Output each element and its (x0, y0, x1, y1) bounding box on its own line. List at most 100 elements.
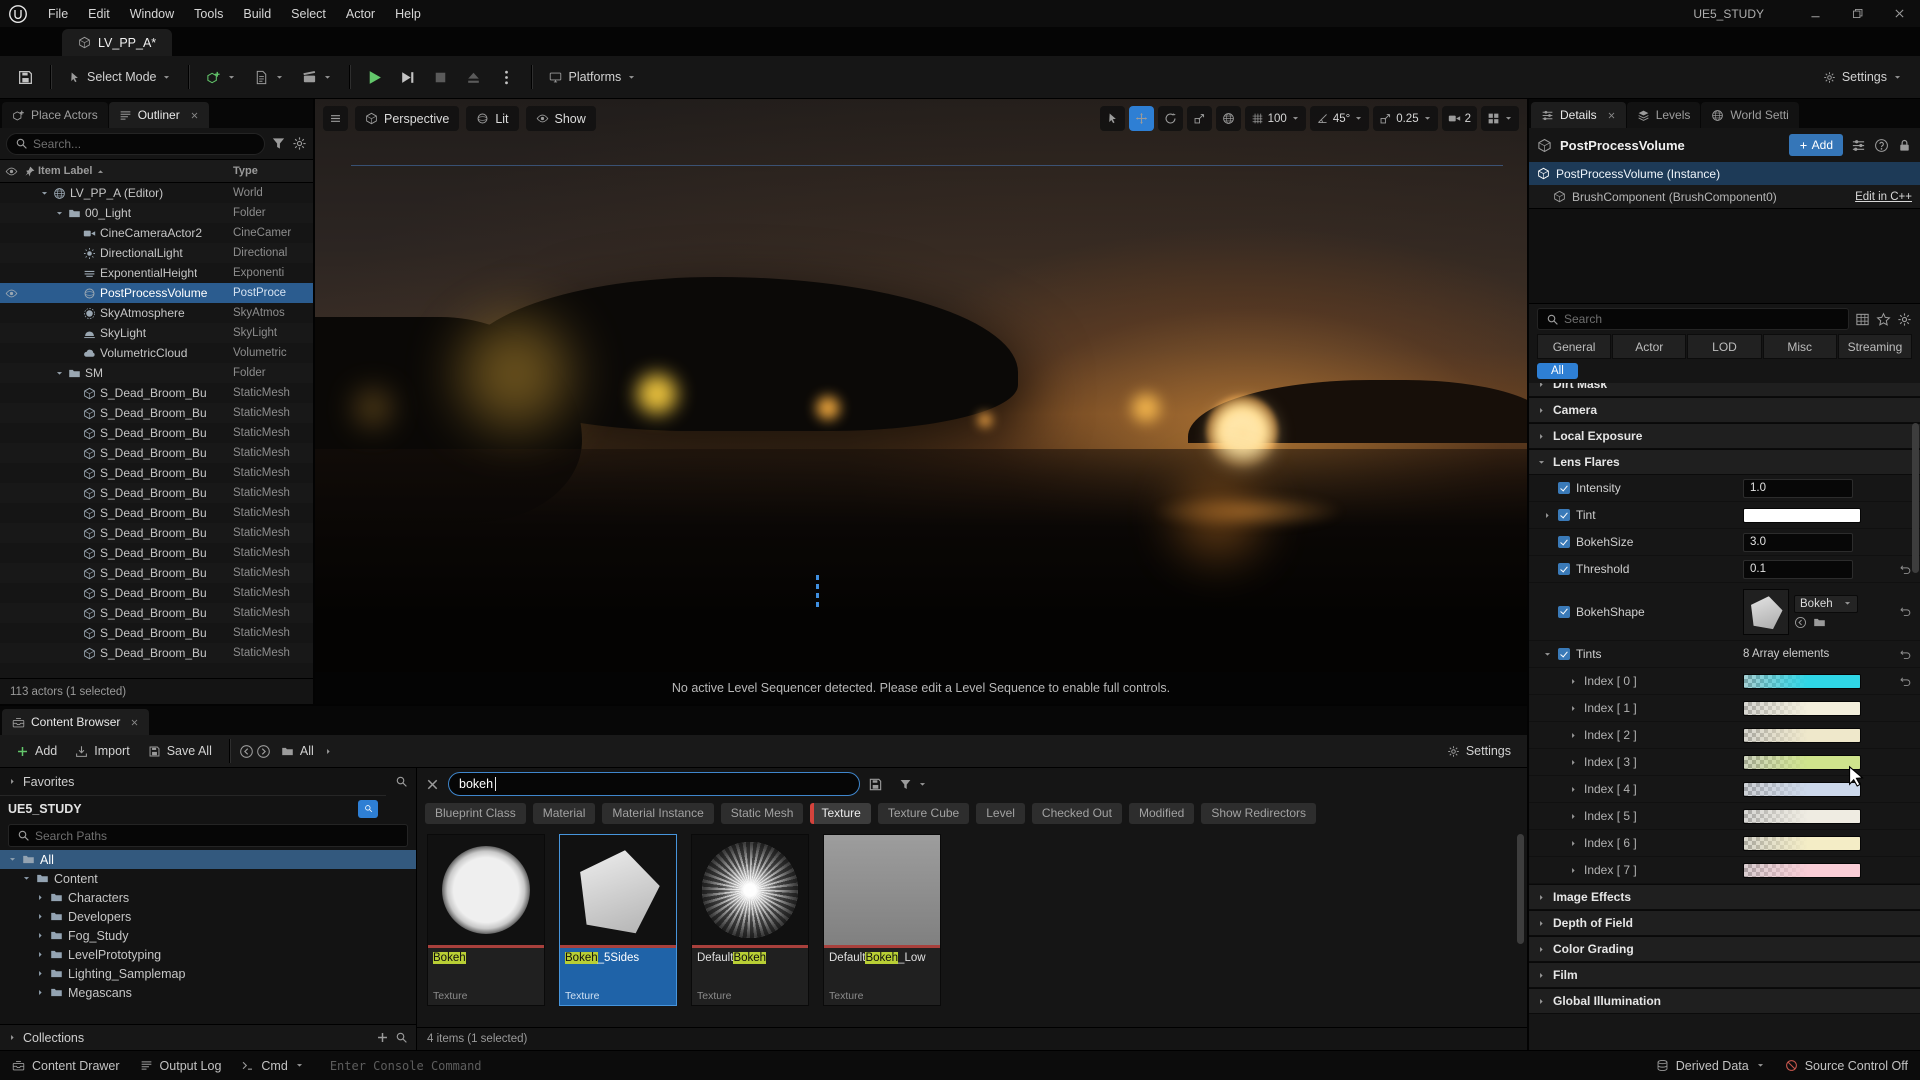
view-mode-dropdown[interactable]: Lit (466, 106, 518, 131)
bokeh-size-input[interactable]: 3.0 (1743, 533, 1853, 552)
outliner-row[interactable]: S_Dead_Broom_BuStaticMesh (0, 603, 313, 623)
select-tool-button[interactable] (1100, 106, 1125, 131)
search-paths-input[interactable]: Search Paths (8, 824, 408, 847)
section-dirt-mask[interactable]: Dirt Mask (1529, 383, 1920, 397)
instance-row[interactable]: PostProcessVolume (Instance) (1529, 162, 1920, 185)
viewport-scene[interactable] (315, 99, 1527, 672)
outliner-search-input[interactable]: Search... (6, 133, 265, 155)
settings-dropdown[interactable]: Settings (1815, 62, 1910, 92)
search-icon[interactable] (395, 775, 408, 788)
checkbox-checked[interactable] (1558, 482, 1570, 494)
details-search-input[interactable]: Search (1537, 308, 1849, 330)
section-image-effects[interactable]: Image Effects (1529, 884, 1920, 910)
stop-button[interactable] (432, 69, 449, 86)
filter-all-chip[interactable]: All (1537, 363, 1578, 379)
bokeh-shape-dropdown[interactable]: Bokeh (1794, 595, 1858, 613)
breadcrumb-root[interactable]: All (273, 736, 322, 766)
outliner-row[interactable]: VolumetricCloudVolumetric (0, 343, 313, 363)
lock-icon[interactable] (1897, 138, 1912, 153)
property-row-threshold[interactable]: Threshold 0.1 (1529, 556, 1920, 583)
back-icon[interactable] (239, 744, 254, 759)
forward-icon[interactable] (256, 744, 271, 759)
outliner-row[interactable]: S_Dead_Broom_BuStaticMesh (0, 463, 313, 483)
display-options-icon[interactable] (1855, 312, 1870, 327)
save-all-button[interactable]: Save All (140, 736, 220, 766)
filter-chip[interactable]: Material (533, 803, 596, 824)
category-tab-lod[interactable]: LOD (1687, 334, 1761, 359)
save-search-icon[interactable] (868, 777, 883, 792)
outliner-row[interactable]: S_Dead_Broom_BuStaticMesh (0, 503, 313, 523)
filter-chip[interactable]: Blueprint Class (425, 803, 526, 824)
folder-item[interactable]: LevelPrototyping (0, 945, 416, 964)
section-lens-flares[interactable]: Lens Flares (1529, 449, 1920, 475)
tint-color-swatch[interactable] (1743, 508, 1861, 523)
outliner-row[interactable]: S_Dead_Broom_BuStaticMesh (0, 583, 313, 603)
gear-icon[interactable] (1897, 312, 1912, 327)
outliner-row[interactable]: SkyLightSkyLight (0, 323, 313, 343)
collections-header[interactable]: Collections (0, 1024, 416, 1050)
cmd-dropdown[interactable]: Cmd (241, 1059, 303, 1073)
menu-tools[interactable]: Tools (184, 0, 233, 27)
viewport-layout-control[interactable] (1481, 106, 1519, 131)
outliner-row[interactable]: LV_PP_A (Editor)World (0, 183, 313, 203)
save-level-icon[interactable] (17, 69, 34, 86)
folder-item[interactable]: Developers (0, 907, 416, 926)
close-icon[interactable] (1607, 111, 1616, 120)
outliner-row[interactable]: CineCameraActor2CineCamer (0, 223, 313, 243)
asset-card[interactable]: Bokeh_5SidesTexture (559, 834, 677, 1006)
column-item-label[interactable]: Item Label (38, 165, 92, 177)
clear-search-icon[interactable] (425, 777, 440, 792)
perspective-dropdown[interactable]: Perspective (355, 106, 459, 131)
tint-index-row[interactable]: Index [ 0 ] (1529, 668, 1920, 695)
cb-settings-dropdown[interactable]: Settings (1439, 736, 1519, 766)
tint-color-swatch[interactable] (1743, 674, 1861, 689)
view-options-icon[interactable] (1851, 138, 1866, 153)
tab-place-actors[interactable]: Place Actors (2, 102, 108, 128)
favorites-header[interactable]: Favorites (0, 770, 416, 793)
outliner-row[interactable]: S_Dead_Broom_BuStaticMesh (0, 383, 313, 403)
chevron-down-icon[interactable] (1543, 650, 1552, 659)
favorites-icon[interactable] (1876, 312, 1891, 327)
filter-chip[interactable]: Material Instance (602, 803, 713, 824)
tint-color-swatch[interactable] (1743, 836, 1861, 851)
asset-search-input[interactable]: bokeh (448, 772, 860, 796)
minimize-button[interactable] (1794, 0, 1836, 27)
project-root-row[interactable]: UE5_STUDY (0, 795, 386, 821)
property-row-tint[interactable]: Tint (1529, 502, 1920, 529)
blueprints-dropdown[interactable] (246, 62, 292, 92)
property-row-intensity[interactable]: Intensity 1.0 (1529, 475, 1920, 502)
edit-in-cpp-link[interactable]: Edit in C++ (1855, 191, 1912, 203)
filter-chip[interactable]: Show Redirectors (1201, 803, 1316, 824)
filter-chip[interactable]: Texture Cube (878, 803, 969, 824)
browse-to-asset-icon[interactable] (1813, 616, 1826, 629)
filter-chip[interactable]: Static Mesh (721, 803, 804, 824)
outliner-row[interactable]: SkyAtmosphereSkyAtmos (0, 303, 313, 323)
import-button[interactable]: Import (67, 736, 137, 766)
tint-index-row[interactable]: Index [ 5 ] (1529, 803, 1920, 830)
outliner-filter-icon[interactable] (271, 136, 286, 151)
filter-chip[interactable]: Modified (1129, 803, 1194, 824)
outliner-row[interactable]: S_Dead_Broom_BuStaticMesh (0, 523, 313, 543)
section-local-exposure[interactable]: Local Exposure (1529, 423, 1920, 449)
tab-levels[interactable]: Levels (1627, 102, 1701, 128)
source-control-button[interactable]: Source Control Off (1785, 1059, 1908, 1073)
camera-speed-control[interactable]: 2 (1442, 106, 1477, 131)
property-row-bokeh-shape[interactable]: BokehShape Bokeh (1529, 583, 1920, 641)
reset-to-default-icon[interactable] (1899, 648, 1912, 661)
checkbox-checked[interactable] (1558, 563, 1570, 575)
outliner-row[interactable]: S_Dead_Broom_BuStaticMesh (0, 403, 313, 423)
menu-edit[interactable]: Edit (78, 0, 120, 27)
outliner-row[interactable]: DirectionalLightDirectional (0, 243, 313, 263)
section-camera[interactable]: Camera (1529, 397, 1920, 423)
outliner-row[interactable]: S_Dead_Broom_BuStaticMesh (0, 623, 313, 643)
folder-item[interactable]: Fog_Study (0, 926, 416, 945)
outliner-row[interactable]: S_Dead_Broom_BuStaticMesh (0, 643, 313, 663)
tint-index-row[interactable]: Index [ 3 ] (1529, 749, 1920, 776)
reset-to-default-icon[interactable] (1899, 563, 1912, 576)
intensity-input[interactable]: 1.0 (1743, 479, 1853, 498)
close-window-button[interactable] (1878, 0, 1920, 27)
tint-index-row[interactable]: Index [ 1 ] (1529, 695, 1920, 722)
viewport-panel[interactable]: Perspective Lit Show (315, 99, 1527, 704)
folder-item[interactable]: Lighting_Samplemap (0, 964, 416, 983)
filters-dropdown[interactable] (891, 769, 935, 799)
